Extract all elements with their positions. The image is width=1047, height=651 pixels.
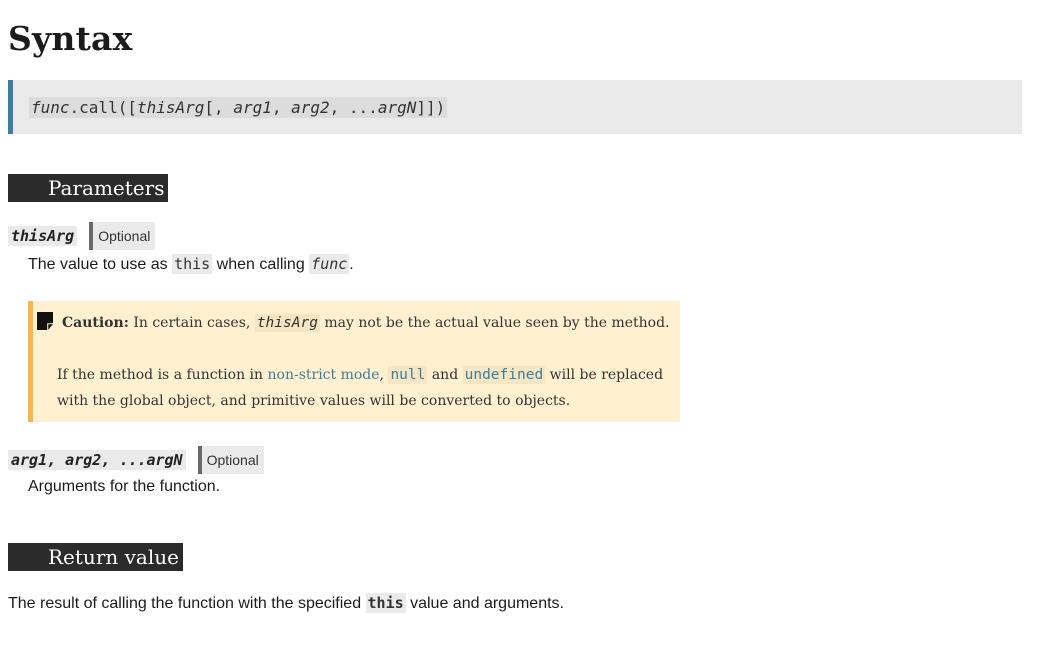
param-this-arg-name: thisArg (8, 226, 78, 246)
page-title: Syntax (8, 19, 133, 58)
null-link[interactable]: null (388, 366, 428, 384)
desc-text: . (349, 256, 354, 273)
syntax-comma1: , (271, 97, 292, 117)
parameters-heading[interactable]: Parameters (8, 174, 169, 202)
param-this-arg-description: The value to use as this when calling fu… (28, 254, 354, 274)
syntax-arg2: arg2 (291, 97, 330, 117)
return-value-heading-text: Return value (48, 545, 179, 569)
syntax-arg1: arg1 (233, 97, 272, 117)
note-icon (37, 312, 53, 330)
caution-label: Caution: (62, 315, 129, 331)
inline-code-this: this (365, 593, 406, 613)
return-value-heading[interactable]: Return value (8, 543, 183, 571)
caution-text: If the method is a function in (57, 367, 268, 383)
param-args-name: arg1, arg2, ...argN (8, 450, 186, 470)
caution-note: Caution: In certain cases, thisArg may n… (28, 301, 680, 422)
syntax-sep: [, (204, 97, 234, 117)
caution-text: In certain cases, (128, 315, 255, 331)
syntax-argN: argN (377, 97, 417, 117)
param-args: arg1, arg2, ...argN Optional (8, 446, 264, 474)
caution-text: and (427, 367, 463, 383)
inline-code-this-arg: thisArg (254, 314, 320, 332)
non-strict-mode-link[interactable]: non-strict mode (268, 367, 380, 383)
optional-badge: Optional (197, 446, 264, 474)
caution-paragraph: If the method is a function in non-stric… (57, 362, 667, 414)
parameters-heading-text: Parameters (48, 176, 165, 200)
return-text: value and arguments. (405, 595, 564, 612)
syntax-close: ]]) (416, 97, 446, 117)
return-text: The result of calling the function with … (8, 595, 366, 612)
return-value-description: The result of calling the function with … (8, 593, 564, 613)
param-this-arg: thisArg Optional (8, 222, 156, 250)
syntax-func: func (31, 97, 70, 117)
caution-text: may not be the actual value seen by the … (319, 315, 670, 331)
desc-text: when calling (212, 256, 310, 273)
optional-badge: Optional (89, 222, 156, 250)
syntax-box: func.call([thisArg[, arg1, arg2, ...argN… (8, 80, 1022, 134)
syntax-code: func.call([thisArg[, arg1, arg2, ...argN… (29, 96, 448, 118)
undefined-link[interactable]: undefined (462, 366, 546, 384)
inline-code-func: func (309, 254, 350, 274)
syntax-call: .call([ (69, 97, 137, 117)
syntax-this-arg: thisArg (136, 97, 205, 117)
caution-first-line: Caution: In certain cases, thisArg may n… (62, 314, 670, 332)
inline-code-this: this (172, 254, 213, 274)
syntax-comma2: , ... (329, 97, 378, 117)
desc-text: The value to use as (28, 256, 173, 273)
param-args-description: Arguments for the function. (28, 478, 221, 495)
